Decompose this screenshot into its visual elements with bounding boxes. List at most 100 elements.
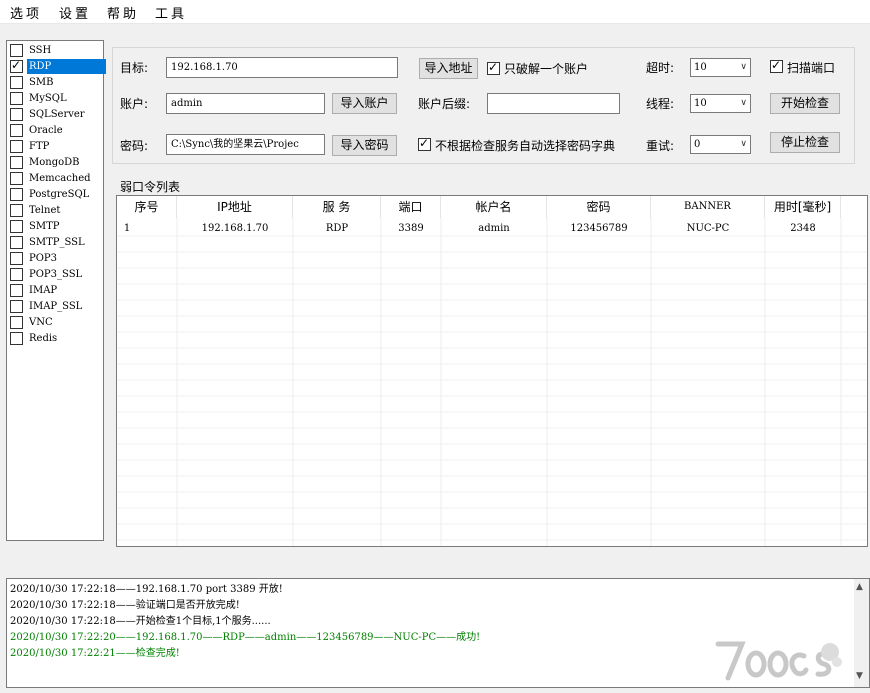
service-checkbox[interactable] [10, 172, 23, 185]
service-checkbox[interactable] [10, 332, 23, 345]
account-input[interactable]: admin [166, 93, 325, 114]
menu-bar: 选项 设置 帮助 工具 [0, 0, 870, 24]
col-header-banner[interactable]: BANNER [651, 196, 765, 218]
service-label: SMB [29, 77, 54, 88]
service-checkbox[interactable] [10, 252, 23, 265]
password-dict-input[interactable]: C:\Sync\我的坚果云\Projec [166, 134, 325, 155]
service-checkbox[interactable] [10, 108, 23, 121]
service-checkbox[interactable] [10, 188, 23, 201]
service-label: POP3_SSL [29, 269, 83, 280]
retry-select[interactable]: 0 ∨ [690, 135, 751, 154]
service-item-imap-ssl[interactable]: IMAP_SSL [10, 299, 102, 313]
log-scrollbar[interactable]: ▲ ▼ [854, 579, 869, 687]
service-checkbox[interactable] [10, 300, 23, 313]
service-checkbox[interactable] [10, 44, 23, 57]
start-check-button[interactable]: 开始检查 [770, 93, 840, 114]
col-header-service[interactable]: 服 务 [293, 196, 381, 218]
service-item-rdp[interactable]: ✓ RDP [10, 58, 106, 74]
table-row[interactable]: 1 192.168.1.70 RDP 3389 admin 123456789 … [117, 220, 867, 238]
service-item-oracle[interactable]: Oracle [10, 123, 102, 137]
service-checkbox[interactable]: ✓ [10, 58, 23, 73]
cell-banner: NUC-PC [686, 223, 730, 234]
service-list[interactable]: SSH ✓ RDP SMB MySQL SQLServer Oracle FTP MongoDB… [6, 40, 106, 541]
single-account-checkbox[interactable]: ✓ [487, 60, 500, 75]
col-header-account[interactable]: 帐户名 [441, 196, 547, 218]
cell-account: admin [478, 223, 510, 234]
service-item-pop3-ssl[interactable]: POP3_SSL [10, 267, 102, 281]
scroll-up-icon[interactable]: ▲ [856, 582, 863, 592]
results-table[interactable]: 序号 IP地址 服 务 端口 帐户名 密码 BANNER 用时[毫秒] 1 19… [116, 195, 868, 547]
service-label: FTP [29, 141, 50, 152]
account-suffix-input[interactable] [487, 93, 620, 114]
service-label: SSH [29, 45, 52, 56]
service-label: MongoDB [29, 157, 80, 168]
service-label: IMAP_SSL [29, 301, 83, 312]
service-checkbox[interactable] [10, 76, 23, 89]
service-label: RDP [27, 59, 106, 74]
service-checkbox[interactable] [10, 204, 23, 217]
chevron-down-icon: ∨ [740, 62, 747, 72]
check-icon: ✓ [771, 58, 782, 72]
import-password-button[interactable]: 导入密码 [332, 135, 397, 156]
check-icon: ✓ [488, 60, 499, 74]
service-item-postgresql[interactable]: PostgreSQL [10, 187, 102, 201]
menu-help[interactable]: 帮助 [107, 3, 139, 22]
log-line: 2020/10/30 17:22:18——验证端口是否开放完成! [10, 600, 240, 611]
chevron-down-icon: ∨ [740, 139, 747, 149]
service-item-mongodb[interactable]: MongoDB [10, 155, 102, 169]
col-header-port[interactable]: 端口 [381, 196, 441, 218]
cell-port: 3389 [398, 223, 424, 234]
service-checkbox[interactable] [10, 284, 23, 297]
timeout-select[interactable]: 10 ∨ [690, 58, 751, 77]
check-icon: ✓ [419, 136, 430, 150]
service-item-ssh[interactable]: SSH [10, 43, 102, 57]
service-checkbox[interactable] [10, 140, 23, 153]
service-checkbox[interactable] [10, 268, 23, 281]
import-account-button[interactable]: 导入账户 [332, 93, 397, 114]
threads-select[interactable]: 10 ∨ [690, 94, 751, 113]
auto-dict-checkbox[interactable]: ✓ [418, 136, 431, 151]
service-label: IMAP [29, 285, 58, 296]
service-item-imap[interactable]: IMAP [10, 283, 102, 297]
service-item-smtp[interactable]: SMTP [10, 219, 102, 233]
service-label: Telnet [29, 205, 61, 216]
col-header-time[interactable]: 用时[毫秒] [765, 196, 841, 218]
service-item-smtp-ssl[interactable]: SMTP_SSL [10, 235, 102, 249]
service-checkbox[interactable] [10, 156, 23, 169]
service-label: VNC [29, 317, 53, 328]
col-header-ip[interactable]: IP地址 [177, 196, 293, 218]
target-label: 目标: [120, 61, 149, 75]
log-line-success: 2020/10/30 17:22:20——192.168.1.70——RDP——… [10, 632, 481, 643]
col-header-index[interactable]: 序号 [117, 196, 177, 218]
stop-check-button[interactable]: 停止检查 [770, 132, 840, 153]
service-checkbox[interactable] [10, 124, 23, 137]
scroll-down-icon[interactable]: ▼ [856, 671, 863, 681]
service-checkbox[interactable] [10, 92, 23, 105]
service-checkbox[interactable] [10, 236, 23, 249]
cell-service: RDP [325, 223, 349, 234]
menu-settings[interactable]: 设置 [59, 3, 91, 22]
log-line: 2020/10/30 17:22:18——开始检查1个目标,1个服务...... [10, 616, 271, 627]
service-item-smb[interactable]: SMB [10, 75, 102, 89]
col-header-password[interactable]: 密码 [547, 196, 651, 218]
service-item-telnet[interactable]: Telnet [10, 203, 102, 217]
service-item-vnc[interactable]: VNC [10, 315, 102, 329]
scan-port-checkbox[interactable]: ✓ [770, 58, 783, 73]
service-checkbox[interactable] [10, 316, 23, 329]
service-item-memcached[interactable]: Memcached [10, 171, 102, 185]
service-item-redis[interactable]: Redis [10, 331, 102, 345]
service-item-mysql[interactable]: MySQL [10, 91, 102, 105]
service-checkbox[interactable] [10, 220, 23, 233]
service-item-sqlserver[interactable]: SQLServer [10, 107, 102, 121]
cell-time: 2348 [790, 223, 816, 234]
import-target-button[interactable]: 导入地址 [419, 58, 478, 79]
retry-label: 重试: [646, 139, 675, 153]
auto-dict-label: 不根据检查服务自动选择密码字典 [435, 139, 616, 153]
menu-options[interactable]: 选项 [10, 3, 42, 22]
menu-tools[interactable]: 工具 [155, 3, 187, 22]
service-label: Oracle [29, 125, 63, 136]
target-input[interactable]: 192.168.1.70 [166, 57, 398, 78]
results-title: 弱口令列表 [120, 180, 181, 194]
service-item-pop3[interactable]: POP3 [10, 251, 102, 265]
service-item-ftp[interactable]: FTP [10, 139, 102, 153]
